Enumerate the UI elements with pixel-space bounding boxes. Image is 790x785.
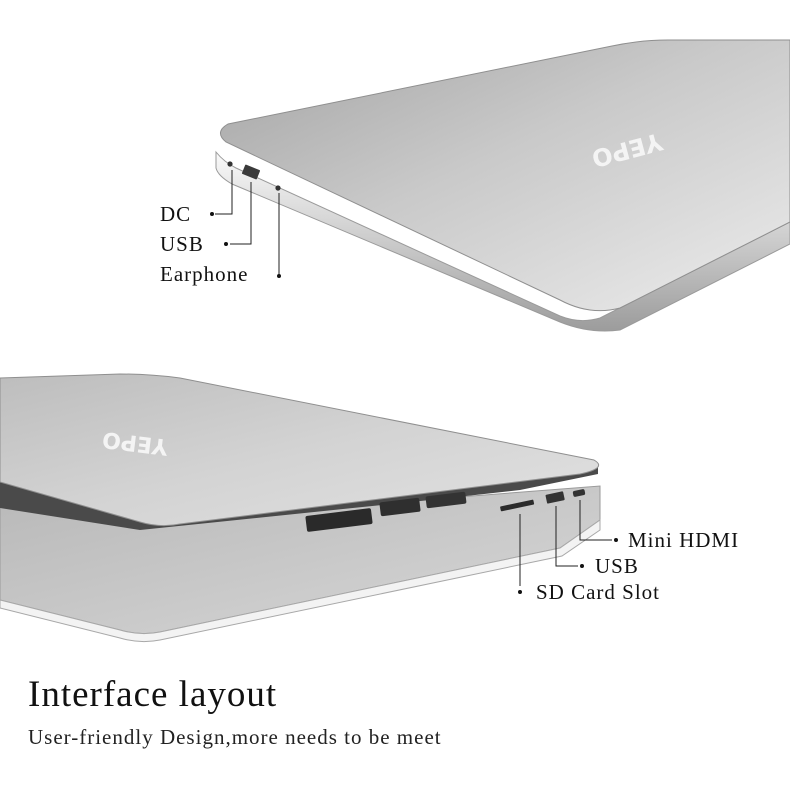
earphone-port-icon (275, 185, 281, 191)
label-mini-hdmi: Mini HDMI (628, 528, 740, 552)
top-laptop: YEPO (210, 39, 790, 332)
dc-port-icon (227, 161, 233, 167)
caption-title: Interface layout (28, 674, 278, 715)
product-illustration: YEPO YEPO (0, 39, 790, 643)
bottom-laptop: YEPO (0, 373, 618, 643)
callout-usb (230, 182, 252, 245)
label-earphone: Earphone (160, 262, 249, 286)
caption-subtitle: User-friendly Design,more needs to be me… (28, 725, 442, 749)
label-sd-card-slot: SD Card Slot (536, 580, 661, 604)
label-usb-bottom: USB (595, 554, 639, 578)
label-dc: DC (160, 202, 192, 226)
label-usb-top: USB (160, 232, 204, 256)
